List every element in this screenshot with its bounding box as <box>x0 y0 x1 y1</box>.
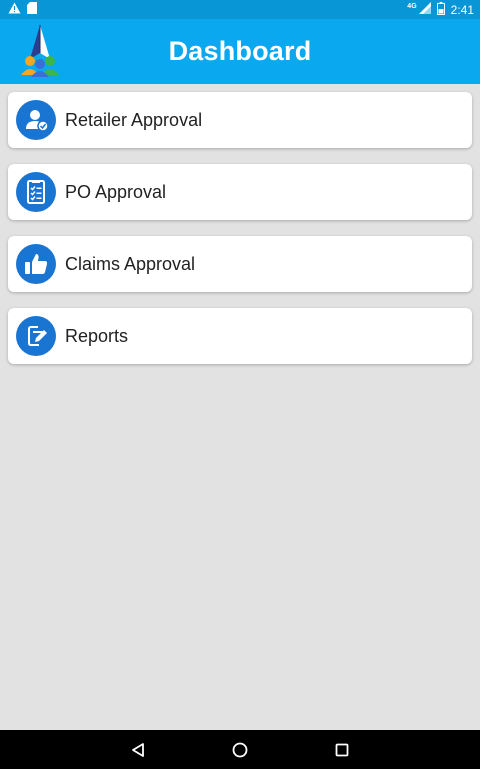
page-title: Dashboard <box>168 36 312 66</box>
thumbs-up-icon <box>16 244 56 284</box>
system-navigation-bar <box>0 730 480 769</box>
menu-item-retailer-approval[interactable]: Retailer Approval <box>8 92 472 148</box>
menu-item-label: PO Approval <box>65 181 167 202</box>
menu-item-label: Claims Approval <box>65 253 196 274</box>
menu-item-po-approval[interactable]: PO Approval <box>8 164 472 220</box>
menu-item-label: Retailer Approval <box>65 109 203 130</box>
warning-icon <box>8 2 21 17</box>
home-icon[interactable] <box>228 738 252 762</box>
back-icon[interactable] <box>126 738 150 762</box>
battery-icon <box>436 1 445 18</box>
dashboard-menu: Retailer Approval PO Approval Claims App <box>8 92 472 380</box>
recents-icon[interactable] <box>330 738 354 762</box>
network-type-label: 4G <box>407 3 417 10</box>
menu-item-reports[interactable]: Reports <box>8 308 472 364</box>
signal-icon <box>418 2 431 17</box>
sd-card-icon <box>27 2 37 17</box>
clock: 2:41 <box>450 2 474 17</box>
app-logo-icon <box>16 23 64 77</box>
checklist-icon <box>16 172 56 212</box>
report-edit-icon <box>16 316 56 356</box>
status-bar: 4G 2:41 <box>0 0 480 19</box>
menu-item-label: Reports <box>65 325 129 346</box>
menu-item-claims-approval[interactable]: Claims Approval <box>8 236 472 292</box>
app-header: Dashboard <box>0 19 480 84</box>
user-check-icon <box>16 100 56 140</box>
